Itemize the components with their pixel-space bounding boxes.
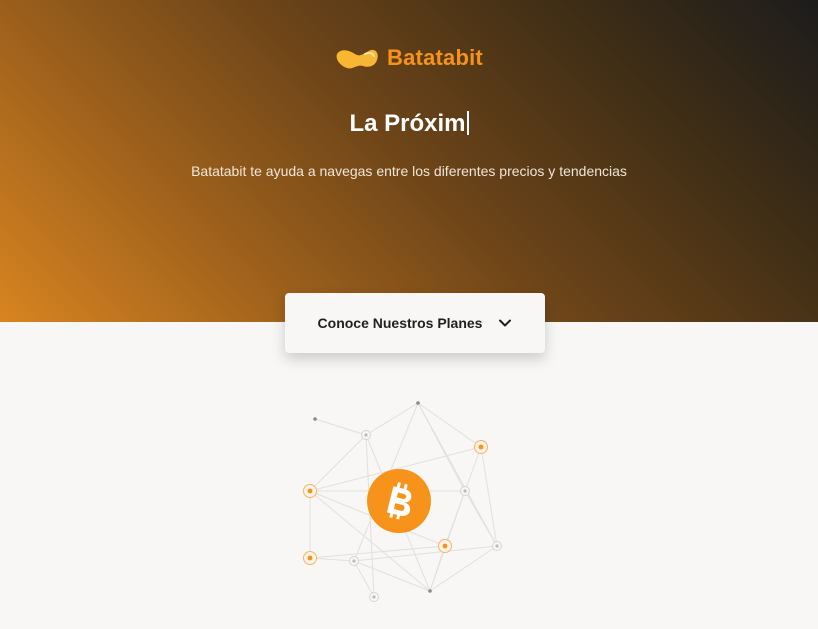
network-node (361, 430, 371, 440)
hero-section: Batatabit La Próxim Batatabit te ayuda a… (0, 0, 818, 322)
network-node-orange (474, 440, 488, 454)
bitcoin-icon (367, 469, 431, 533)
typing-cursor (466, 111, 469, 135)
network-node (416, 401, 420, 405)
plans-button-label: Conoce Nuestros Planes (317, 315, 483, 331)
brand-name: Batatabit (387, 45, 483, 70)
brand-logo[interactable]: Batatabit (0, 44, 818, 72)
hero-tagline: Batatabit te ayuda a navegas entre los d… (191, 163, 627, 179)
network-node (313, 417, 317, 421)
network-node (428, 589, 432, 593)
network-node-orange (303, 484, 317, 498)
network-node (369, 592, 379, 602)
potato-logo-icon (336, 49, 378, 69)
network-node-orange (303, 551, 317, 565)
headline-text: La Próxim (349, 110, 466, 137)
plans-button[interactable]: Conoce Nuestros Planes (285, 293, 545, 353)
network-node (492, 541, 502, 551)
hero-headline: La Próxim (0, 110, 818, 138)
network-node-orange (438, 539, 452, 553)
chevron-down-icon (499, 319, 512, 327)
network-node (460, 486, 470, 496)
network-node (349, 556, 359, 566)
crypto-network-illustration (303, 401, 502, 602)
